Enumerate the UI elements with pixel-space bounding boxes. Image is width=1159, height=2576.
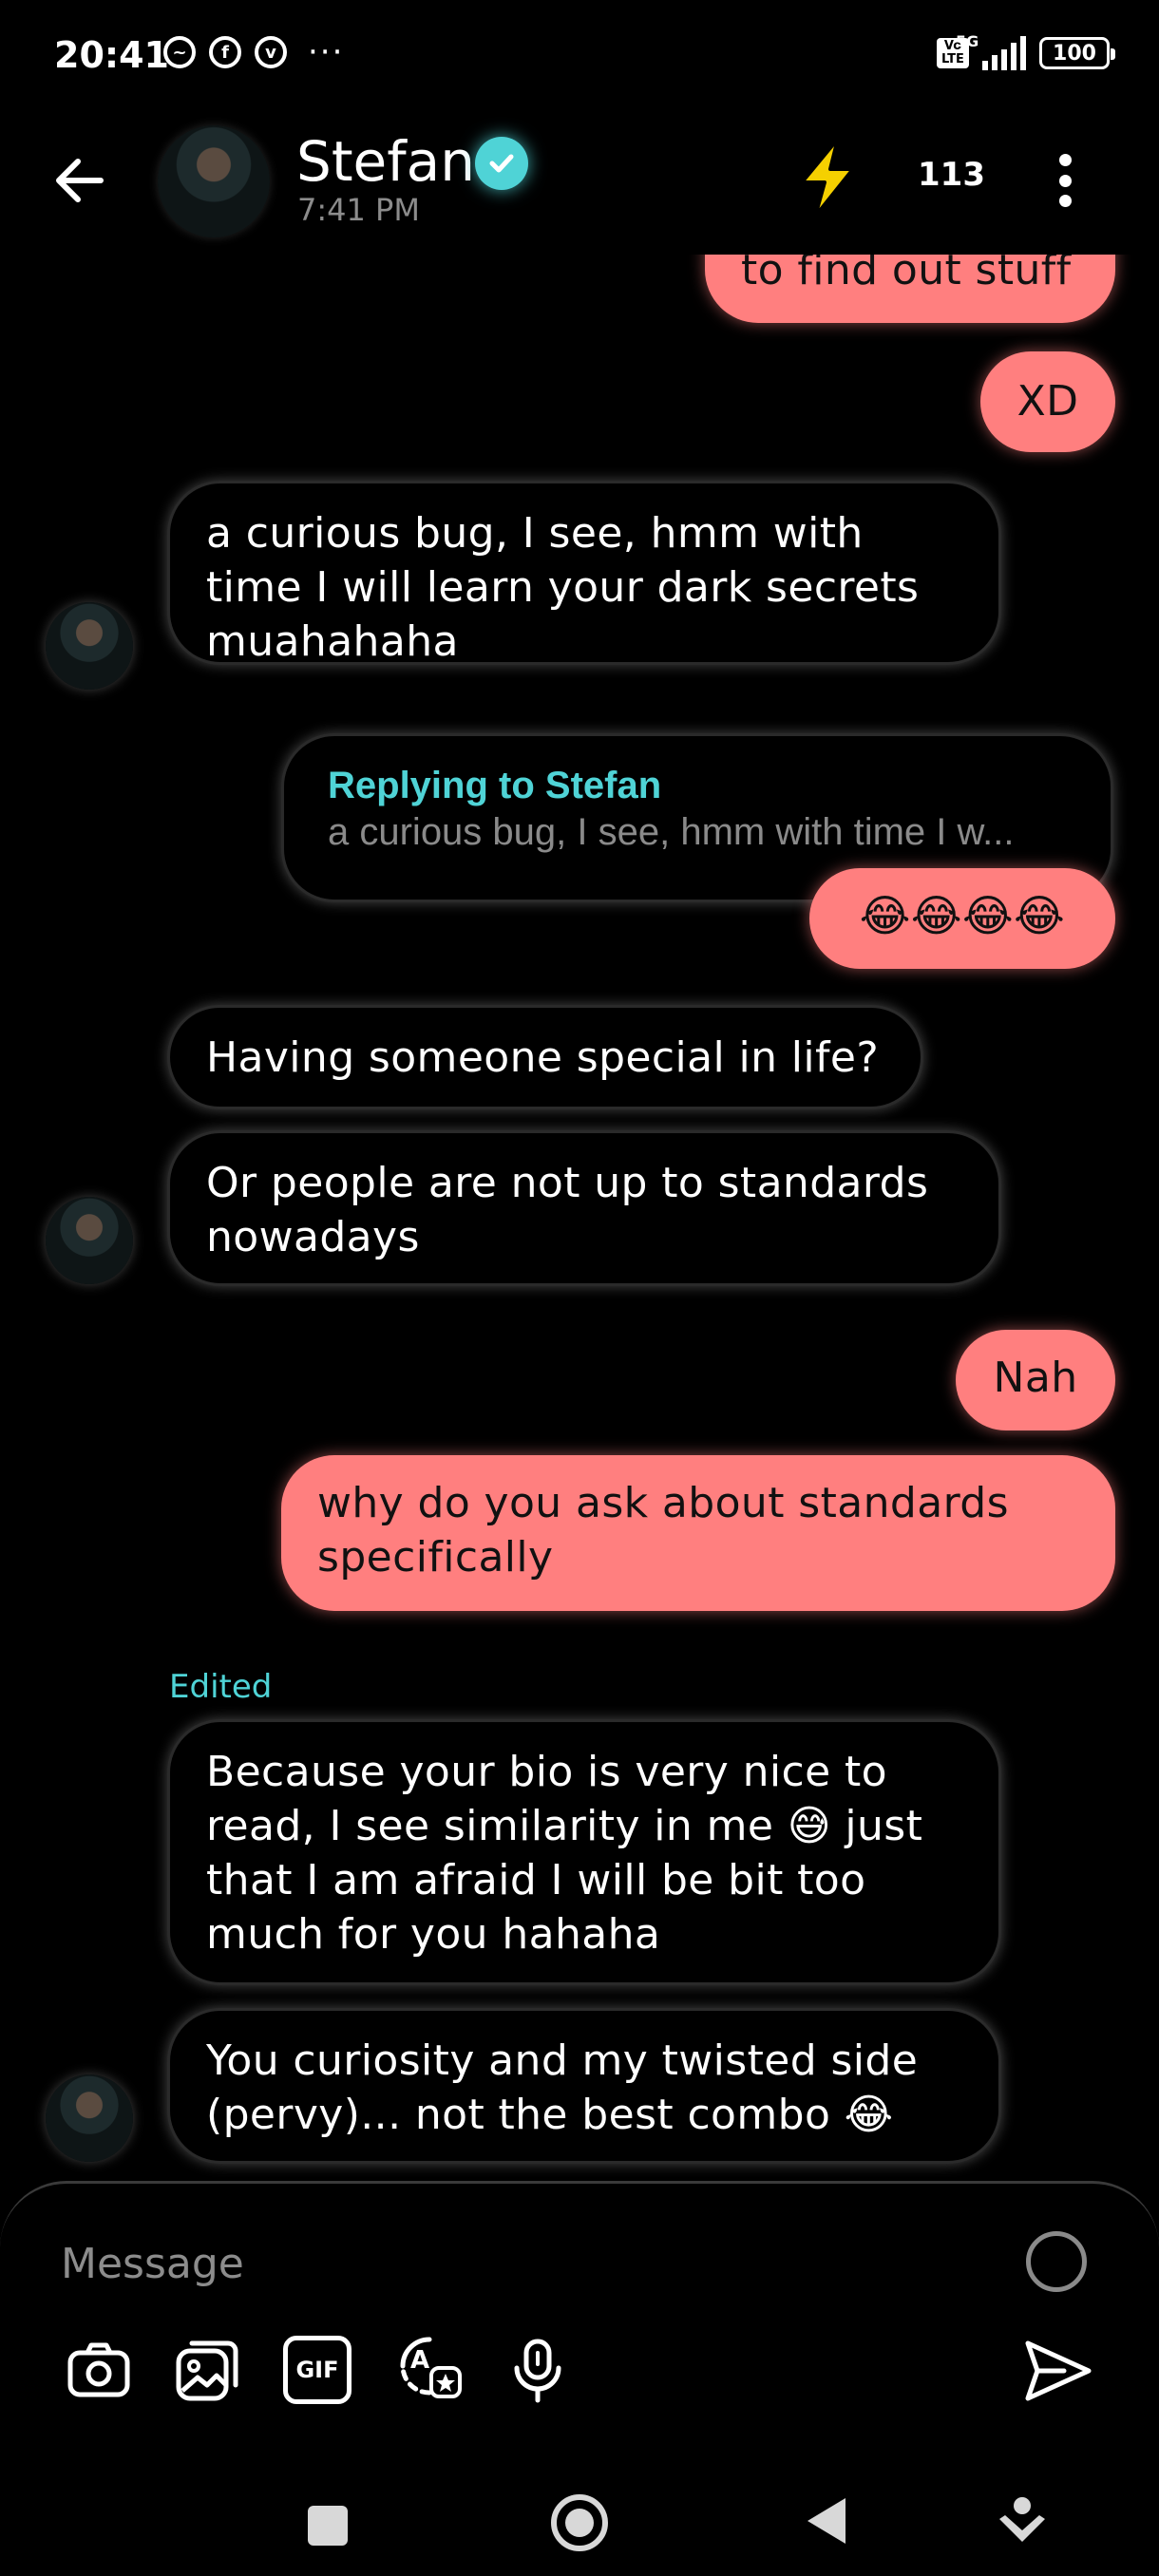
system-nav-bar — [0, 2456, 1159, 2576]
message-bubble-incoming[interactable]: Having someone special in life? — [167, 1005, 923, 1109]
message-input[interactable] — [61, 2235, 973, 2292]
microphone-icon[interactable] — [504, 2336, 572, 2404]
messenger-icon: ~ — [163, 36, 196, 68]
record-icon[interactable] — [1026, 2231, 1087, 2292]
chat-header: Stefan 7:41 PM 113 — [0, 112, 1159, 255]
recent-apps-icon[interactable] — [308, 2506, 348, 2546]
viber-icon: v — [255, 36, 287, 68]
nav-back-icon[interactable] — [808, 2498, 846, 2544]
sticker-icon[interactable]: A — [391, 2328, 467, 2404]
bolt-count: 113 — [918, 156, 985, 194]
more-notifications-icon: ··· — [308, 33, 345, 71]
message-bubble-outgoing[interactable]: XD — [980, 351, 1115, 452]
status-bar: 20:41 ~ f v ··· Vo LTE 5G 100 — [0, 0, 1159, 112]
verified-icon — [475, 137, 528, 190]
send-icon[interactable] — [1022, 2338, 1094, 2404]
status-right: Vo LTE 5G 100 — [937, 32, 1115, 70]
sender-avatar[interactable] — [46, 2074, 133, 2162]
gallery-icon[interactable] — [173, 2336, 241, 2404]
sender-avatar[interactable] — [46, 1197, 133, 1284]
notification-icons: ~ f v ··· — [163, 36, 344, 68]
edited-label: Edited — [169, 1668, 273, 1706]
message-composer: GIF A — [0, 2181, 1159, 2456]
assistant-icon[interactable] — [996, 2494, 1049, 2551]
network-type: 5G — [956, 32, 979, 50]
message-bubble-incoming[interactable]: a curious bug, I see, hmm with time I wi… — [167, 481, 1001, 666]
svg-text:A: A — [410, 2346, 429, 2375]
message-bubble-incoming[interactable]: Because your bio is very nice to read, I… — [167, 1719, 1001, 1985]
reply-title: Replying to Stefan — [328, 765, 662, 806]
message-bubble-outgoing[interactable]: to find out stuff — [705, 255, 1115, 323]
message-bubble-outgoing[interactable]: 😂😂😂😂 — [809, 868, 1115, 969]
signal-icon: 5G — [956, 32, 1026, 70]
message-bubble-incoming[interactable]: Or people are not up to standards nowada… — [167, 1130, 1001, 1286]
message-bubble-outgoing[interactable]: Nah — [956, 1330, 1115, 1430]
more-options-icon[interactable] — [1053, 154, 1077, 207]
message-bubble-outgoing[interactable]: why do you ask about standards specifica… — [281, 1455, 1115, 1611]
message-list[interactable]: to find out stuff XD a curious bug, I se… — [0, 255, 1159, 2183]
sender-avatar[interactable] — [46, 602, 133, 690]
home-icon[interactable] — [551, 2494, 608, 2551]
gif-label: GIF — [295, 2357, 339, 2383]
reply-snippet: a curious bug, I see, hmm with time I w.… — [328, 811, 1015, 853]
last-seen: 7:41 PM — [297, 192, 420, 228]
contact-name[interactable]: Stefan — [296, 129, 475, 194]
camera-icon[interactable] — [65, 2336, 133, 2404]
battery-icon: 100 — [1039, 37, 1115, 69]
contact-avatar[interactable] — [158, 125, 270, 237]
lightning-bolt-icon[interactable] — [788, 135, 864, 220]
message-bubble-incoming[interactable]: You curiosity and my twisted side (pervy… — [167, 2008, 1001, 2164]
back-arrow-icon[interactable] — [49, 150, 110, 211]
facebook-icon: f — [209, 36, 241, 68]
battery-level: 100 — [1053, 41, 1096, 66]
gif-icon[interactable]: GIF — [283, 2336, 352, 2404]
status-time: 20:41 — [54, 34, 169, 76]
